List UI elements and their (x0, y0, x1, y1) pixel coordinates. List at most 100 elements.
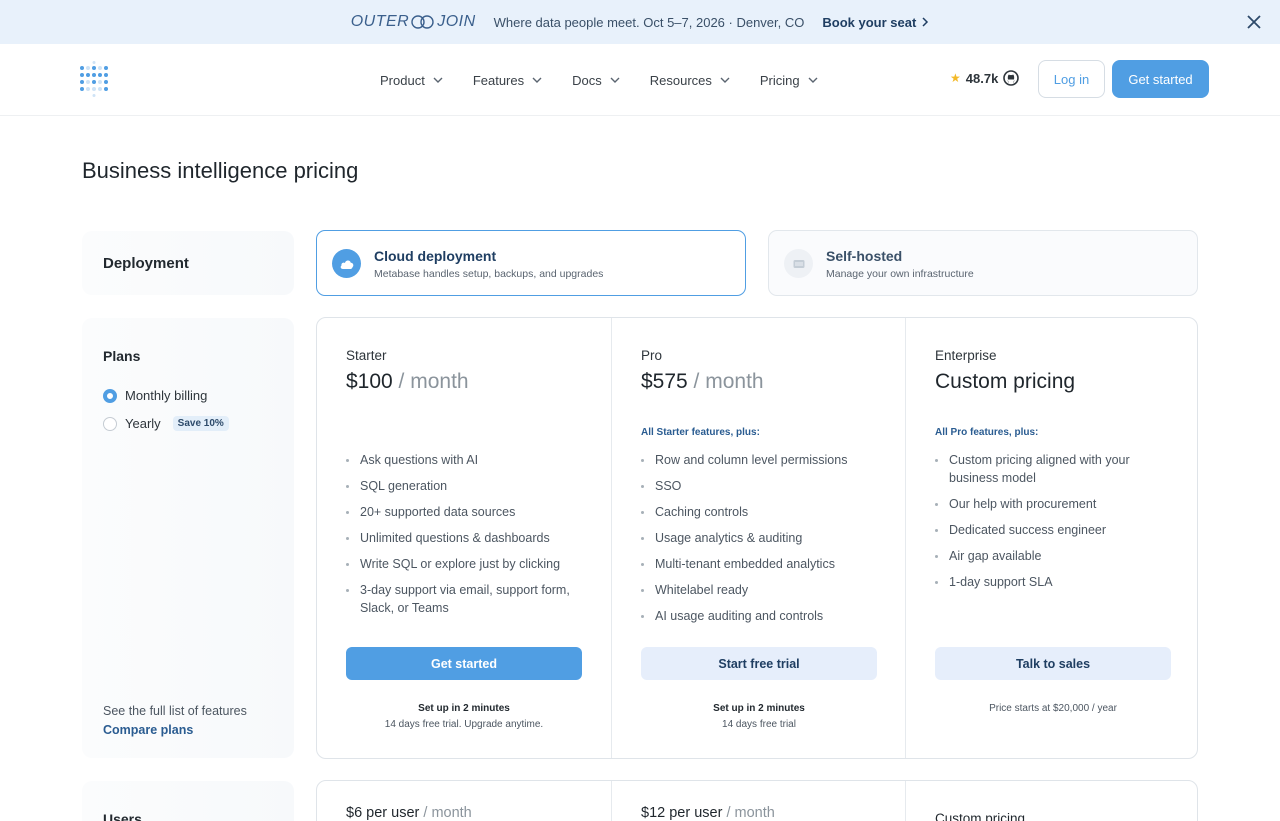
get-started-nav-button[interactable]: Get started (1112, 60, 1209, 98)
feature-list: Row and column level permissions SSO Cac… (641, 451, 881, 633)
user-price-amount: $6 per user (346, 805, 420, 821)
user-price: $6 per user / month (346, 805, 472, 821)
deployment-label: Deployment (103, 255, 189, 272)
deployment-label-panel: Deployment (82, 231, 294, 295)
yearly-billing-radio[interactable]: Yearly Save 10% (103, 416, 229, 431)
list-item: SQL generation (346, 477, 586, 495)
list-item: Air gap available (935, 547, 1175, 565)
compare-plans-link[interactable]: Compare plans (103, 721, 247, 740)
list-item: 1-day support SLA (935, 573, 1175, 591)
menu-features-label: Features (472, 72, 525, 88)
chevron-down-icon (433, 77, 443, 83)
plan-price: $575 / month (641, 370, 764, 394)
plans-label-panel: Plans Monthly billing Yearly Save 10% Se… (82, 318, 294, 758)
users-label-panel: Users (82, 781, 294, 821)
users-pricing-row: $6 per user / month $12 per user / month… (316, 780, 1198, 821)
page-title: Business intelligence pricing (82, 158, 359, 183)
plan-price-amount: $575 (641, 370, 688, 393)
chevron-right-icon (922, 17, 929, 27)
cloud-icon (332, 249, 361, 278)
plan-name: Pro (641, 348, 663, 363)
user-price-period: / month (419, 805, 472, 821)
login-button[interactable]: Log in (1038, 60, 1105, 98)
cloud-deployment-subtitle: Metabase handles setup, backups, and upg… (374, 268, 604, 280)
users-price-starter: $6 per user / month (317, 781, 611, 821)
event-logo: OUTER JOIN (351, 13, 476, 31)
github-icon (1003, 70, 1020, 86)
plan-includes-note: All Starter features, plus: (641, 427, 760, 438)
plan-footnote: Price starts at $20,000 / year (935, 701, 1171, 717)
users-price-enterprise: Custom pricing (905, 781, 1197, 821)
cloud-deployment-option[interactable]: Cloud deployment Metabase handles setup,… (316, 230, 746, 296)
users-label: Users (103, 811, 142, 821)
plan-price: Custom pricing (935, 370, 1075, 394)
list-item: 3-day support via email, support form, S… (346, 581, 586, 617)
user-price-period: / month (722, 805, 775, 821)
list-item: Multi-tenant embedded analytics (641, 555, 881, 573)
self-hosted-subtitle: Manage your own infrastructure (826, 268, 974, 280)
plan-name: Starter (346, 348, 387, 363)
metabase-logo-icon[interactable] (78, 61, 110, 97)
list-item: 20+ supported data sources (346, 503, 586, 521)
menu-resources-label: Resources (649, 72, 712, 88)
user-price-amount: Custom pricing (935, 811, 1026, 821)
talk-to-sales-button[interactable]: Talk to sales (935, 647, 1171, 680)
menu-docs[interactable]: Docs (572, 73, 620, 88)
github-stars-link[interactable]: ★ 48.7k (950, 70, 1020, 86)
list-item: Caching controls (641, 503, 881, 521)
radio-selected-icon (103, 388, 117, 403)
menu-resources[interactable]: Resources (650, 73, 730, 88)
menu-pricing-label: Pricing (759, 72, 800, 88)
chevron-down-icon (532, 77, 542, 83)
plan-price-period: / month (392, 370, 469, 393)
menu-pricing[interactable]: Pricing (760, 73, 818, 88)
list-item: Our help with procurement (935, 495, 1175, 513)
plan-footnote-title: Set up in 2 minutes (418, 703, 510, 714)
event-logo-right: JOIN (437, 13, 476, 30)
menu-features[interactable]: Features (473, 73, 542, 88)
menu-product-label: Product (380, 72, 425, 88)
menu-product[interactable]: Product (380, 73, 443, 88)
compare-footer: See the full list of features Compare pl… (103, 702, 247, 740)
list-item: Write SQL or explore just by clicking (346, 555, 586, 573)
save-badge: Save 10% (172, 416, 229, 431)
plan-includes-note: All Pro features, plus: (935, 427, 1039, 438)
plan-enterprise: Enterprise Custom pricing All Pro featur… (905, 318, 1197, 758)
main-menu: Product Features Docs Resources Pricing (380, 44, 818, 116)
cloud-deployment-title: Cloud deployment (374, 248, 497, 264)
list-item: AI usage auditing and controls (641, 607, 881, 625)
plan-footnote-text: 14 days free trial (722, 719, 796, 730)
plan-footnote: Set up in 2 minutes 14 days free trial. … (346, 701, 582, 733)
chevron-down-icon (610, 77, 620, 83)
list-item: Dedicated success engineer (935, 521, 1175, 539)
book-seat-label: Book your seat (822, 14, 917, 30)
plan-footnote: Set up in 2 minutes 14 days free trial (641, 701, 877, 733)
monthly-billing-radio[interactable]: Monthly billing (103, 388, 207, 403)
compare-footer-text: See the full list of features (103, 704, 247, 718)
users-price-pro: $12 per user / month (611, 781, 905, 821)
menu-docs-label: Docs (572, 72, 602, 88)
list-item: Ask questions with AI (346, 451, 586, 469)
list-item: Usage analytics & auditing (641, 529, 881, 547)
server-icon (784, 249, 813, 278)
plan-price-amount: Custom pricing (935, 370, 1076, 393)
banner-text: Where data people meet. Oct 5–7, 2026 · … (493, 14, 805, 30)
book-seat-link[interactable]: Book your seat (822, 15, 929, 30)
yearly-billing-label: Yearly (125, 416, 161, 431)
plan-price: $100 / month (346, 370, 469, 394)
plans-label: Plans (103, 348, 141, 364)
pro-start-trial-button[interactable]: Start free trial (641, 647, 877, 680)
chevron-down-icon (808, 77, 818, 83)
list-item: SSO (641, 477, 881, 495)
self-hosted-title: Self-hosted (826, 248, 903, 264)
star-icon: ★ (950, 71, 961, 85)
self-hosted-option[interactable]: Self-hosted Manage your own infrastructu… (768, 230, 1198, 296)
list-item: Whitelabel ready (641, 581, 881, 599)
plan-footnote-text: Price starts at $20,000 / year (989, 703, 1117, 714)
plans-table: Starter $100 / month Ask questions with … (316, 317, 1198, 759)
plan-pro: Pro $575 / month All Starter features, p… (611, 318, 905, 758)
plan-footnote-title: Set up in 2 minutes (713, 703, 805, 714)
starter-get-started-button[interactable]: Get started (346, 647, 582, 680)
close-icon[interactable] (1244, 12, 1264, 32)
list-item: Unlimited questions & dashboards (346, 529, 586, 547)
